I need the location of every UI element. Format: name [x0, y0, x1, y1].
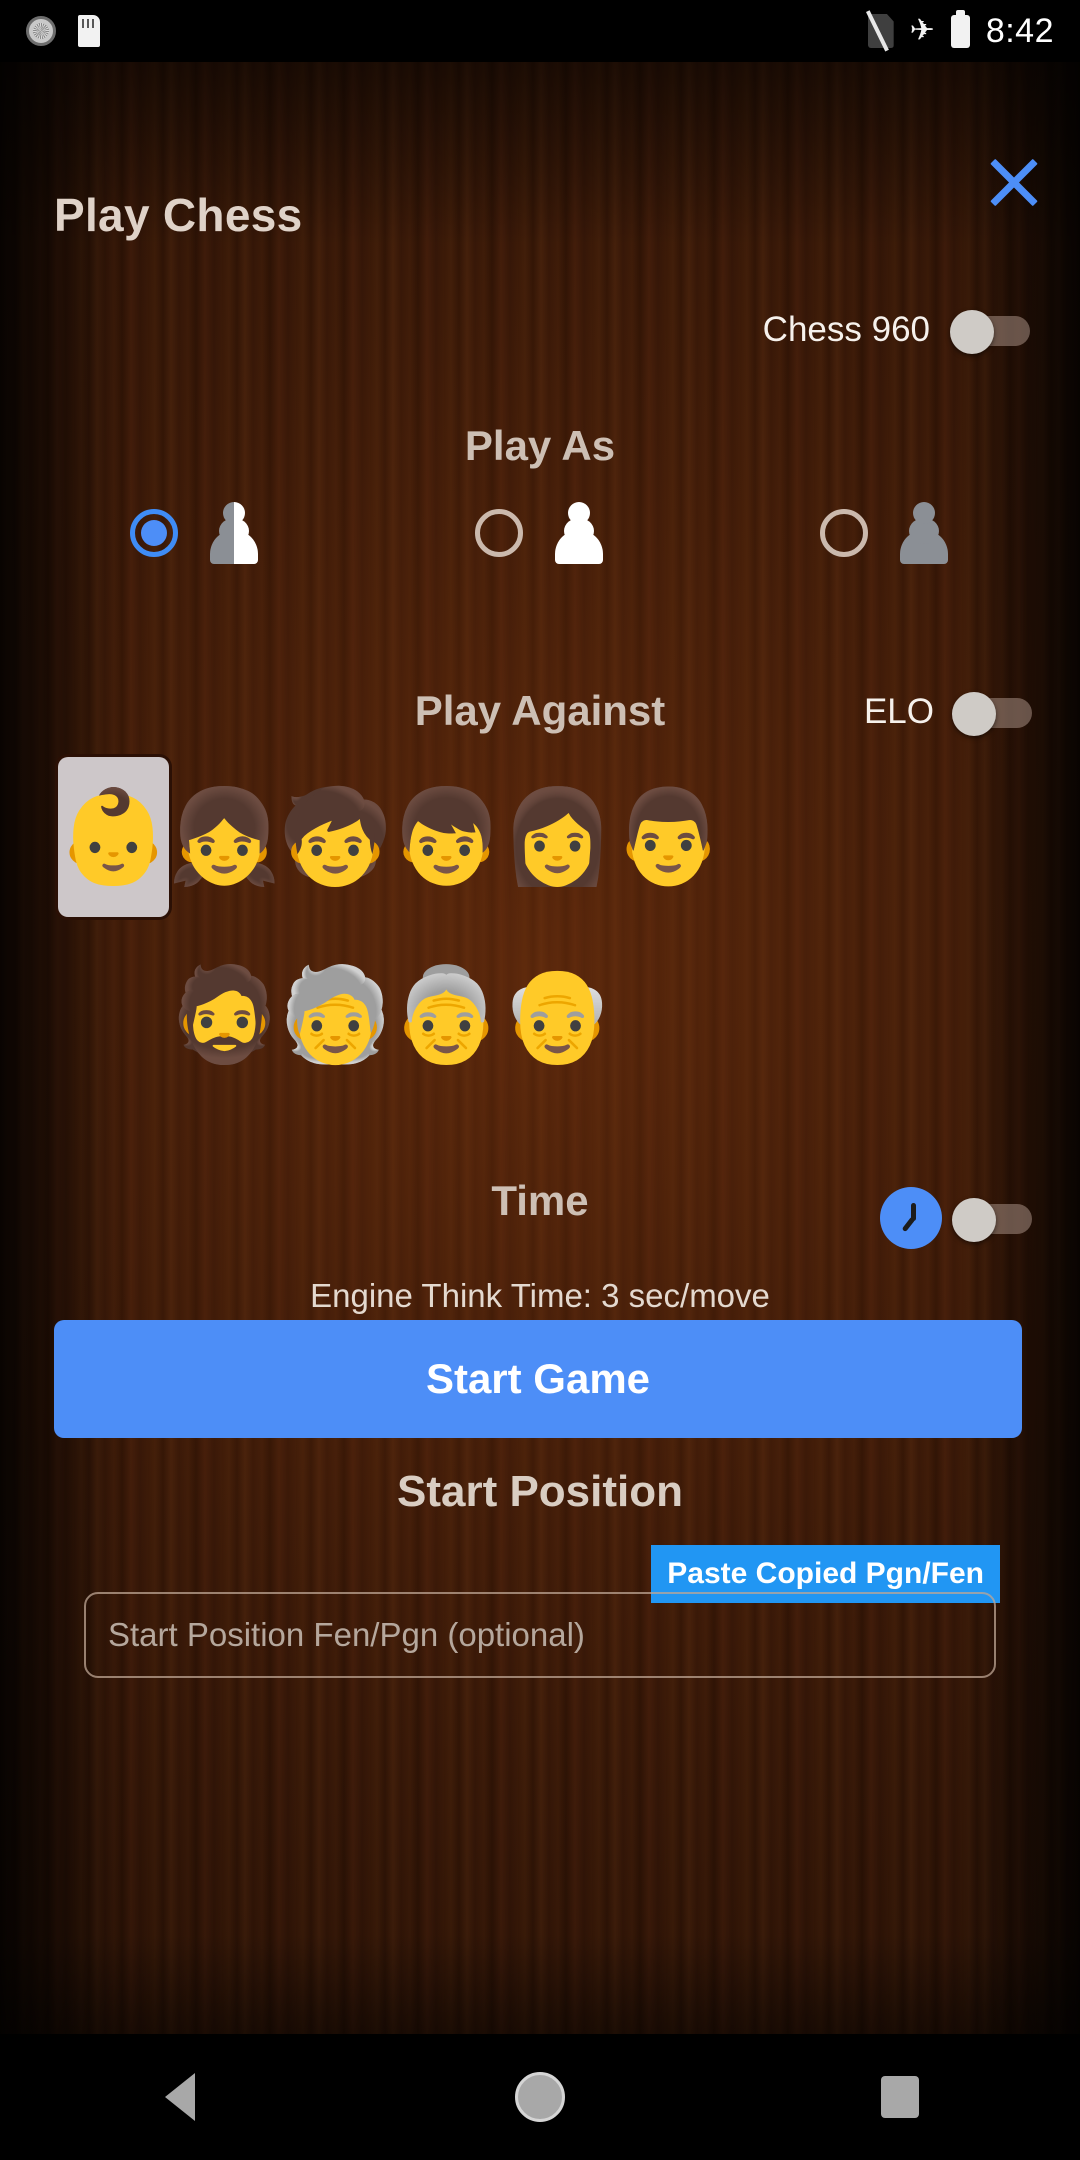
home-icon[interactable]	[480, 2052, 600, 2142]
random-pawn-icon	[208, 502, 260, 564]
clock-icon	[26, 16, 56, 46]
status-bar-clock: 8:42	[985, 11, 1054, 50]
status-bar-right: ✈ 8:42	[865, 9, 1054, 52]
avatar-row-2: 🧔 🧓 👵 👴	[167, 935, 1028, 1095]
start-position-heading: Start Position	[396, 1467, 684, 1516]
radio-white[interactable]	[475, 509, 523, 557]
page-title: Play Chess	[54, 189, 303, 241]
airplane-mode-icon: ✈	[909, 14, 935, 47]
play-as-options	[130, 502, 950, 564]
chess960-label: Chess 960	[762, 310, 930, 349]
close-icon[interactable]	[976, 144, 1052, 220]
avatar-child-emoji: 🧒	[278, 783, 393, 890]
avatar-boy-emoji: 👦	[389, 783, 504, 890]
play-as-heading: Play As	[464, 422, 616, 469]
avatar-boy[interactable]: 👦	[389, 757, 504, 917]
avatar-child[interactable]: 🧒	[278, 757, 393, 917]
recents-icon[interactable]	[840, 2052, 960, 2142]
avatar-older-woman-emoji: 👵	[389, 961, 504, 1068]
elo-row: ELO	[863, 692, 1032, 736]
time-controls	[880, 1187, 1032, 1249]
avatar-baby[interactable]: 👶	[56, 757, 171, 917]
engine-think-time-label: Engine Think Time: 3 sec/move	[310, 1277, 770, 1314]
white-pawn-icon	[553, 502, 605, 564]
back-icon[interactable]	[120, 2052, 240, 2142]
app-screen: ✈ 8:42 Play Chess Chess 960 Play As Play…	[0, 0, 1080, 2160]
avatar-bearded-person[interactable]: 🧔	[167, 935, 282, 1095]
avatar-girl[interactable]: 👧	[167, 757, 282, 917]
dialog-content: Play Chess Chess 960 Play As Play Agains…	[0, 62, 1080, 2097]
avatar-girl-emoji: 👧	[167, 783, 282, 890]
avatar-baby-emoji: 👶	[56, 783, 171, 890]
android-nav-bar	[0, 2034, 1080, 2160]
battery-icon	[950, 9, 970, 48]
avatar-older-person[interactable]: 🧓	[278, 935, 393, 1095]
no-sim-icon	[865, 10, 894, 52]
status-bar-left	[26, 15, 100, 47]
start-position-input[interactable]	[84, 1592, 996, 1678]
radio-black[interactable]	[820, 509, 868, 557]
start-game-button[interactable]: Start Game	[54, 1320, 1022, 1438]
avatar-older-woman[interactable]: 👵	[389, 935, 504, 1095]
avatar-man[interactable]: 👨	[611, 757, 726, 917]
elo-label: ELO	[863, 692, 934, 731]
elo-toggle[interactable]	[952, 692, 1032, 736]
avatar-bearded-person-emoji: 🧔	[167, 961, 282, 1068]
avatar-older-person-emoji: 🧓	[278, 961, 393, 1068]
radio-random[interactable]	[130, 509, 178, 557]
avatar-woman[interactable]: 👩	[500, 757, 615, 917]
play-as-option-white[interactable]	[475, 502, 605, 564]
status-bar: ✈ 8:42	[0, 0, 1080, 62]
chess960-row: Chess 960	[762, 310, 1030, 354]
avatar-woman-emoji: 👩	[500, 783, 615, 890]
play-as-option-random[interactable]	[130, 502, 260, 564]
opponent-avatar-grid: 👶 👧 🧒 👦 👩 👨 🧔 🧓 👵 👴	[56, 757, 1028, 1095]
clock-icon[interactable]	[880, 1187, 942, 1249]
avatar-man-emoji: 👨	[611, 783, 726, 890]
black-pawn-icon	[898, 502, 950, 564]
avatar-older-man-emoji: 👴	[500, 961, 615, 1068]
chess960-toggle[interactable]	[950, 310, 1030, 354]
sd-card-icon	[78, 15, 100, 47]
play-as-option-black[interactable]	[820, 502, 950, 564]
time-toggle[interactable]	[952, 1198, 1032, 1242]
avatar-row-1: 👶 👧 🧒 👦 👩 👨	[56, 757, 1028, 917]
avatar-older-man[interactable]: 👴	[500, 935, 615, 1095]
